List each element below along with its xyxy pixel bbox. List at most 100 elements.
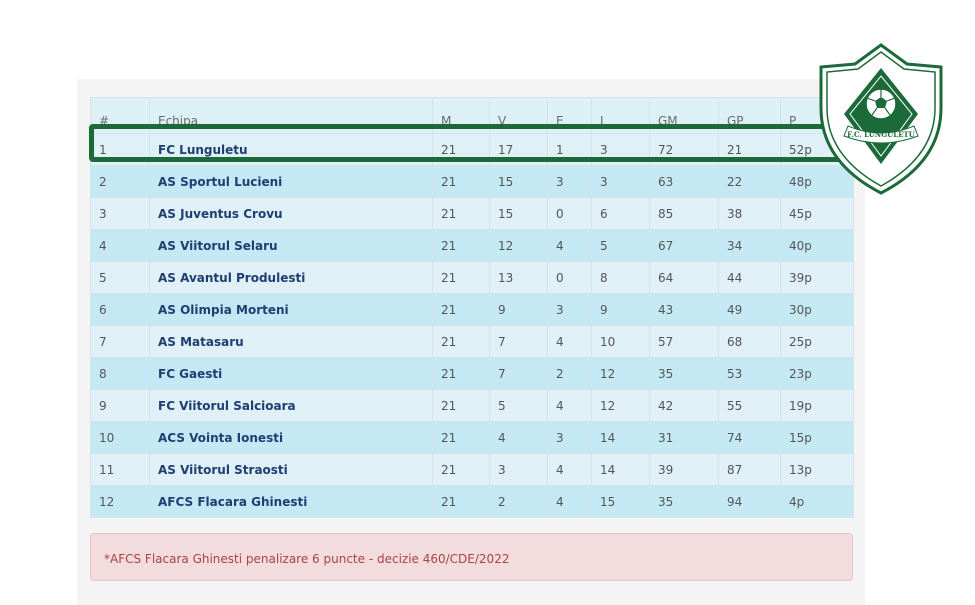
cell-played: 21 bbox=[432, 485, 490, 518]
cell-goals-for: 31 bbox=[649, 421, 719, 454]
table-row: 3 AS Juventus Crovu 21 15 0 6 85 38 45p bbox=[90, 197, 854, 230]
cell-played: 21 bbox=[432, 133, 490, 166]
table-row: 9 FC Viitorul Salcioara 21 5 4 12 42 55 19p bbox=[90, 389, 854, 422]
cell-lost: 3 bbox=[591, 133, 650, 166]
cell-team[interactable]: AS Sportul Lucieni bbox=[149, 165, 433, 198]
table-row: 6 AS Olimpia Morteni 21 9 3 9 43 49 30p bbox=[90, 293, 854, 326]
cell-goals-for: 39 bbox=[649, 453, 719, 486]
header-lost: I bbox=[591, 97, 650, 134]
table-row: 10 ACS Vointa Ionesti 21 4 3 14 31 74 15p bbox=[90, 421, 854, 454]
cell-rank: 7 bbox=[90, 325, 150, 358]
table-row: 2 AS Sportul Lucieni 21 15 3 3 63 22 48p bbox=[90, 165, 854, 198]
crest-text: F.C. LUNGULETU bbox=[847, 130, 915, 139]
header-team: Echipa bbox=[149, 97, 433, 134]
cell-drawn: 4 bbox=[547, 485, 592, 518]
cell-played: 21 bbox=[432, 229, 490, 262]
cell-team[interactable]: AS Avantul Produlesti bbox=[149, 261, 433, 294]
cell-goals-against: 55 bbox=[718, 389, 781, 422]
cell-goals-against: 87 bbox=[718, 453, 781, 486]
cell-rank: 6 bbox=[90, 293, 150, 326]
table-row: 12 AFCS Flacara Ghinesti 21 2 4 15 35 94 4p bbox=[90, 485, 854, 518]
cell-goals-against: 44 bbox=[718, 261, 781, 294]
cell-rank: 10 bbox=[90, 421, 150, 454]
cell-won: 13 bbox=[489, 261, 548, 294]
cell-goals-for: 43 bbox=[649, 293, 719, 326]
cell-team[interactable]: AFCS Flacara Ghinesti bbox=[149, 485, 433, 518]
cell-team[interactable]: AS Viitorul Straosti bbox=[149, 453, 433, 486]
cell-rank: 3 bbox=[90, 197, 150, 230]
cell-goals-for: 72 bbox=[649, 133, 719, 166]
cell-won: 12 bbox=[489, 229, 548, 262]
cell-rank: 2 bbox=[90, 165, 150, 198]
cell-lost: 12 bbox=[591, 357, 650, 390]
cell-drawn: 4 bbox=[547, 453, 592, 486]
cell-won: 15 bbox=[489, 197, 548, 230]
cell-drawn: 4 bbox=[547, 229, 592, 262]
cell-played: 21 bbox=[432, 197, 490, 230]
header-goals-against: GP bbox=[718, 97, 781, 134]
cell-lost: 3 bbox=[591, 165, 650, 198]
cell-goals-against: 22 bbox=[718, 165, 781, 198]
table-row: 11 AS Viitorul Straosti 21 3 4 14 39 87 13p bbox=[90, 453, 854, 486]
cell-goals-for: 35 bbox=[649, 357, 719, 390]
cell-rank: 9 bbox=[90, 389, 150, 422]
cell-team[interactable]: AS Juventus Crovu bbox=[149, 197, 433, 230]
table-row: 1 FC Lunguletu 21 17 1 3 72 21 52p bbox=[90, 133, 854, 166]
cell-points: 25p bbox=[780, 325, 854, 358]
cell-lost: 6 bbox=[591, 197, 650, 230]
cell-points: 45p bbox=[780, 197, 854, 230]
cell-team[interactable]: FC Viitorul Salcioara bbox=[149, 389, 433, 422]
cell-team[interactable]: AS Viitorul Selaru bbox=[149, 229, 433, 262]
cell-won: 2 bbox=[489, 485, 548, 518]
cell-drawn: 2 bbox=[547, 357, 592, 390]
cell-goals-against: 21 bbox=[718, 133, 781, 166]
club-crest-svg: F.C. LUNGULETU bbox=[819, 43, 943, 195]
cell-team[interactable]: AS Olimpia Morteni bbox=[149, 293, 433, 326]
cell-drawn: 3 bbox=[547, 421, 592, 454]
cell-team[interactable]: FC Lunguletu bbox=[149, 133, 433, 166]
cell-drawn: 4 bbox=[547, 325, 592, 358]
cell-points: 39p bbox=[780, 261, 854, 294]
cell-played: 21 bbox=[432, 357, 490, 390]
cell-team[interactable]: FC Gaesti bbox=[149, 357, 433, 390]
cell-goals-for: 64 bbox=[649, 261, 719, 294]
header-won: V bbox=[489, 97, 548, 134]
cell-lost: 10 bbox=[591, 325, 650, 358]
cell-goals-against: 53 bbox=[718, 357, 781, 390]
cell-drawn: 3 bbox=[547, 165, 592, 198]
cell-won: 5 bbox=[489, 389, 548, 422]
cell-drawn: 0 bbox=[547, 197, 592, 230]
cell-goals-against: 38 bbox=[718, 197, 781, 230]
cell-won: 7 bbox=[489, 325, 548, 358]
cell-goals-for: 63 bbox=[649, 165, 719, 198]
cell-goals-for: 67 bbox=[649, 229, 719, 262]
cell-lost: 14 bbox=[591, 453, 650, 486]
header-rank: # bbox=[90, 97, 150, 134]
cell-goals-for: 35 bbox=[649, 485, 719, 518]
cell-played: 21 bbox=[432, 389, 490, 422]
cell-played: 21 bbox=[432, 293, 490, 326]
cell-goals-for: 57 bbox=[649, 325, 719, 358]
cell-lost: 12 bbox=[591, 389, 650, 422]
table-row: 5 AS Avantul Produlesti 21 13 0 8 64 44 39p bbox=[90, 261, 854, 294]
cell-goals-against: 34 bbox=[718, 229, 781, 262]
cell-team[interactable]: ACS Vointa Ionesti bbox=[149, 421, 433, 454]
cell-goals-against: 68 bbox=[718, 325, 781, 358]
cell-lost: 9 bbox=[591, 293, 650, 326]
cell-lost: 5 bbox=[591, 229, 650, 262]
cell-rank: 12 bbox=[90, 485, 150, 518]
cell-won: 9 bbox=[489, 293, 548, 326]
cell-drawn: 3 bbox=[547, 293, 592, 326]
soccer-ball-icon bbox=[865, 88, 897, 120]
cell-points: 15p bbox=[780, 421, 854, 454]
cell-goals-for: 85 bbox=[649, 197, 719, 230]
cell-team[interactable]: AS Matasaru bbox=[149, 325, 433, 358]
cell-played: 21 bbox=[432, 325, 490, 358]
table-row: 8 FC Gaesti 21 7 2 12 35 53 23p bbox=[90, 357, 854, 390]
table-header-row: # Echipa M V E I GM GP P bbox=[90, 97, 854, 134]
cell-rank: 4 bbox=[90, 229, 150, 262]
header-goals-for: GM bbox=[649, 97, 719, 134]
cell-played: 21 bbox=[432, 421, 490, 454]
cell-goals-for: 42 bbox=[649, 389, 719, 422]
club-crest-logo: F.C. LUNGULETU bbox=[818, 42, 944, 196]
